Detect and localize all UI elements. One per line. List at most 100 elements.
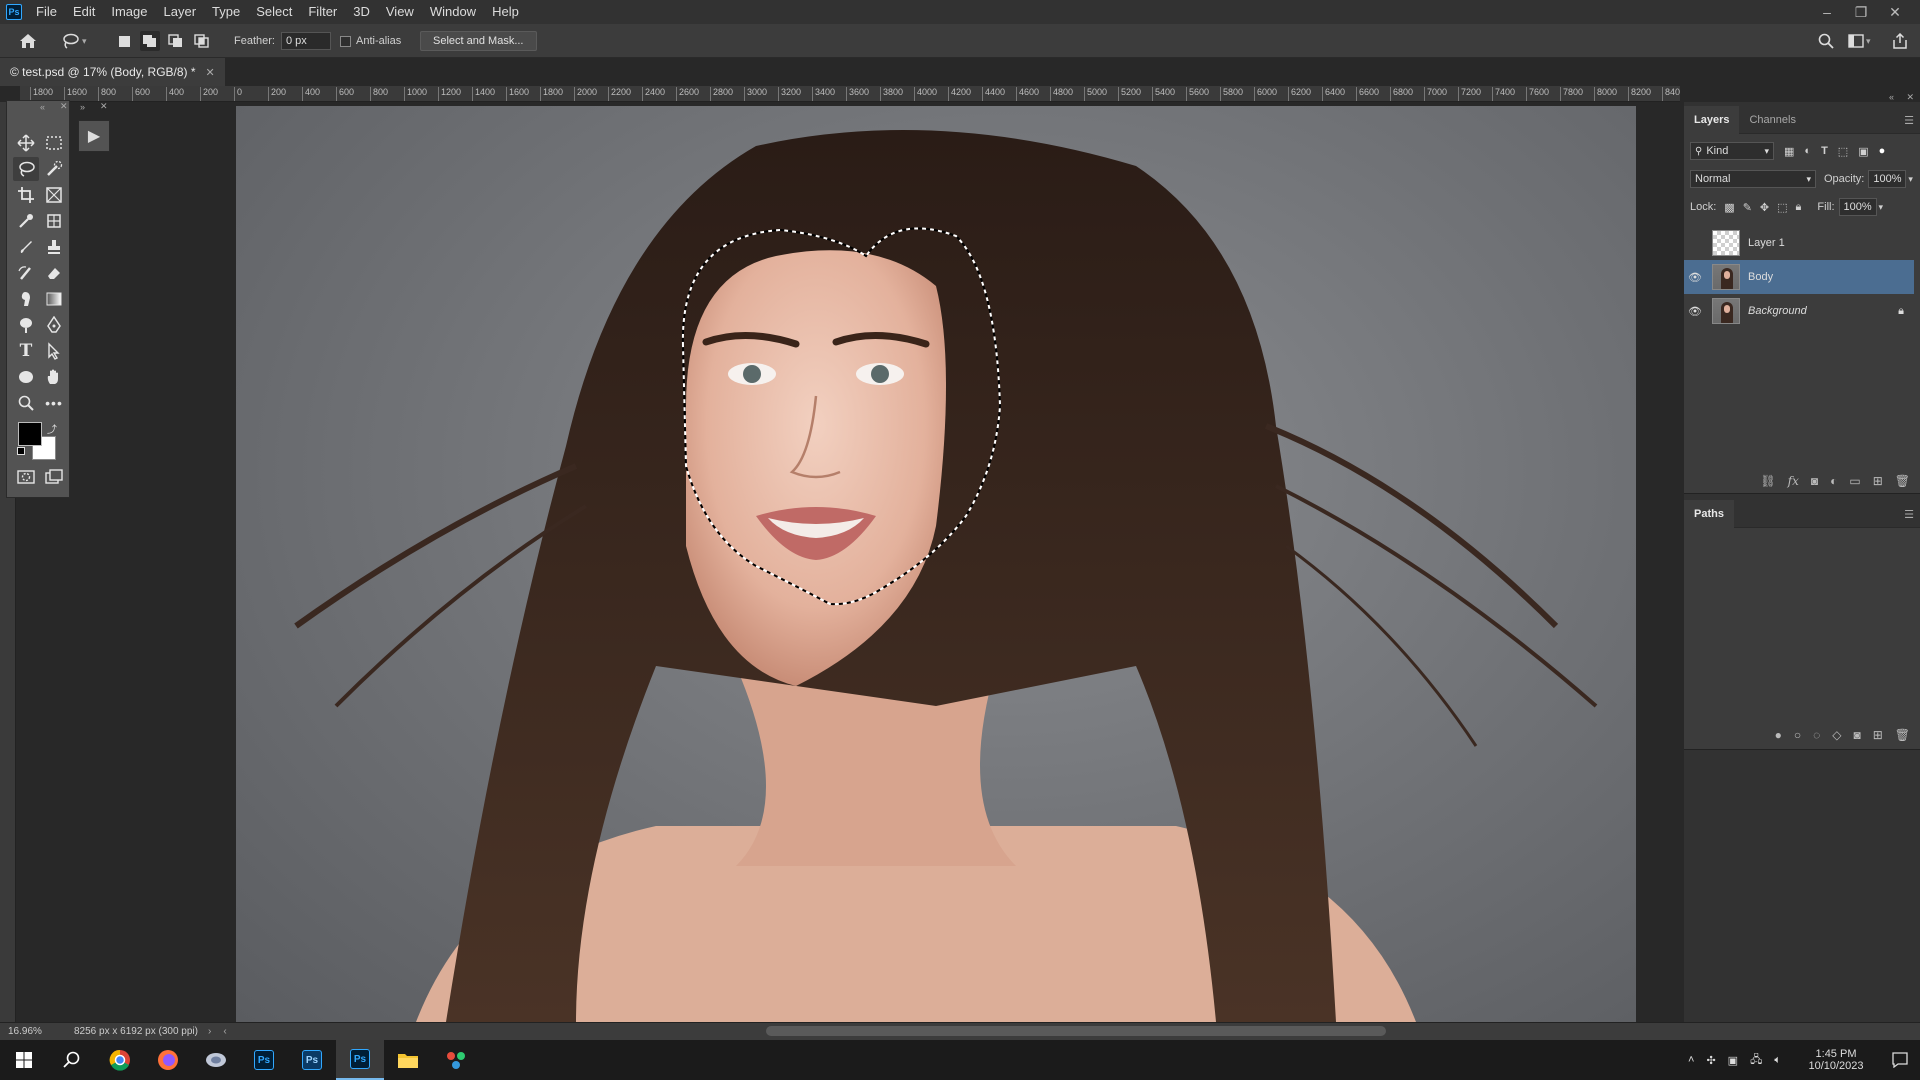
close-icon[interactable]: ✕ bbox=[60, 101, 68, 112]
crop-tool[interactable] bbox=[13, 183, 39, 207]
taskbar-search-button[interactable] bbox=[48, 1040, 96, 1080]
lock-position-icon[interactable]: ✥ bbox=[1760, 201, 1769, 214]
add-mask-icon[interactable]: ◙ bbox=[1811, 474, 1818, 488]
zoom-level[interactable]: 16.96% bbox=[8, 1026, 68, 1037]
menu-3d[interactable]: 3D bbox=[345, 0, 378, 24]
lasso-tool[interactable] bbox=[13, 157, 39, 181]
network-icon[interactable]: 🖧︎ bbox=[1750, 1051, 1762, 1070]
anti-alias-checkbox[interactable] bbox=[340, 35, 351, 47]
stamp-tool[interactable] bbox=[41, 235, 67, 259]
menu-type[interactable]: Type bbox=[204, 0, 248, 24]
photoshop-taskbar-button-active[interactable]: Ps bbox=[336, 1040, 384, 1080]
horizontal-scrollbar[interactable] bbox=[766, 1026, 1386, 1036]
home-button[interactable] bbox=[18, 24, 38, 58]
shape-filter-icon[interactable]: ⬚ bbox=[1838, 145, 1848, 158]
select-and-mask-button[interactable]: Select and Mask... bbox=[420, 31, 537, 51]
menu-file[interactable]: File bbox=[28, 0, 65, 24]
feather-input[interactable] bbox=[280, 32, 331, 50]
layer-row-layer-1[interactable]: Layer 1 bbox=[1684, 226, 1914, 260]
move-tool[interactable] bbox=[13, 131, 39, 155]
lock-transparent-icon[interactable]: ▩ bbox=[1724, 201, 1734, 214]
chrome-taskbar-button[interactable] bbox=[96, 1040, 144, 1080]
tab-channels[interactable]: Channels bbox=[1739, 106, 1805, 134]
chevron-up-icon[interactable]: ˄ bbox=[1688, 1054, 1694, 1066]
firefox-taskbar-button[interactable] bbox=[144, 1040, 192, 1080]
layer-row-body[interactable]: 👁︎ Body bbox=[1684, 260, 1914, 294]
layer-row-background[interactable]: 👁︎ Background 🔒︎ bbox=[1684, 294, 1914, 328]
scroll-left-icon[interactable]: ‹ bbox=[223, 1026, 226, 1037]
app-taskbar-button-2[interactable] bbox=[432, 1040, 480, 1080]
opacity-input[interactable]: 100% bbox=[1868, 170, 1907, 188]
app-taskbar-button[interactable] bbox=[192, 1040, 240, 1080]
brush-tool[interactable] bbox=[13, 235, 39, 259]
volume-icon[interactable]: 🔈︎ bbox=[1774, 1054, 1781, 1067]
close-icon[interactable]: ✕ bbox=[206, 66, 215, 79]
chevron-down-icon[interactable]: ▾ bbox=[1879, 202, 1884, 213]
new-group-icon[interactable]: ▭ bbox=[1849, 474, 1860, 488]
zoom-tool[interactable] bbox=[13, 391, 39, 415]
document-tab[interactable]: © test.psd @ 17% (Body, RGB/8) * ✕ bbox=[0, 58, 225, 86]
intersect-selection-button[interactable] bbox=[192, 24, 212, 58]
eyedropper-tool[interactable] bbox=[13, 209, 39, 233]
type-filter-icon[interactable]: T bbox=[1821, 145, 1828, 157]
tab-layers[interactable]: Layers bbox=[1684, 105, 1740, 134]
document-canvas[interactable] bbox=[236, 106, 1636, 1022]
lock-all-icon[interactable]: 🔒︎ bbox=[1796, 201, 1802, 214]
marquee-tool[interactable] bbox=[41, 131, 67, 155]
lock-image-icon[interactable]: ✎ bbox=[1743, 201, 1752, 214]
edit-toolbar-button[interactable]: ••• bbox=[41, 391, 67, 415]
new-layer-icon[interactable]: ⊞ bbox=[1873, 474, 1883, 488]
panel-menu-icon[interactable]: ☰ bbox=[1904, 114, 1914, 127]
expand-panel-icon[interactable]: » bbox=[80, 102, 85, 112]
add-to-selection-button[interactable] bbox=[140, 24, 160, 58]
eye-icon[interactable]: 👁︎ bbox=[1684, 271, 1706, 284]
eye-icon[interactable]: 👁︎ bbox=[1684, 305, 1706, 318]
workspace-button[interactable]: ▾ bbox=[1846, 24, 1871, 58]
hand-tool[interactable] bbox=[41, 365, 67, 389]
restore-icon[interactable]: ❐ bbox=[1844, 0, 1878, 24]
layer-style-icon[interactable]: fx bbox=[1788, 474, 1799, 488]
type-tool[interactable]: T bbox=[13, 339, 39, 363]
chevron-right-icon[interactable]: › bbox=[208, 1026, 211, 1037]
photoshop-taskbar-button-2[interactable]: Ps bbox=[288, 1040, 336, 1080]
search-button[interactable] bbox=[1816, 24, 1836, 58]
minimize-icon[interactable]: – bbox=[1810, 0, 1844, 24]
menu-window[interactable]: Window bbox=[422, 0, 484, 24]
path-selection-tool[interactable] bbox=[41, 339, 67, 363]
history-brush-tool[interactable] bbox=[13, 261, 39, 285]
make-path-icon[interactable]: ◇ bbox=[1832, 728, 1841, 742]
default-colors-icon[interactable] bbox=[17, 447, 25, 455]
lasso-preset-picker[interactable]: ▾ bbox=[60, 24, 87, 58]
collapse-panel-icon[interactable]: « bbox=[40, 102, 45, 112]
lock-artboard-icon[interactable]: ⬚ bbox=[1777, 201, 1787, 214]
frame-tool[interactable] bbox=[41, 183, 67, 207]
panel-menu-icon[interactable]: ☰ bbox=[1904, 508, 1914, 521]
tray-app-icon[interactable]: ✣ bbox=[1706, 1054, 1715, 1067]
smudge-tool[interactable] bbox=[13, 287, 39, 311]
load-selection-icon[interactable]: ◌ bbox=[1813, 728, 1820, 742]
new-selection-button[interactable] bbox=[114, 24, 134, 58]
filter-toggle-icon[interactable]: ● bbox=[1879, 145, 1886, 157]
clock[interactable]: 1:45 PM 10/10/2023 bbox=[1800, 1040, 1872, 1080]
tab-paths[interactable]: Paths bbox=[1684, 499, 1734, 528]
foreground-color-swatch[interactable] bbox=[18, 422, 42, 446]
chevron-down-icon[interactable]: ▾ bbox=[1908, 174, 1913, 185]
ellipse-tool[interactable] bbox=[13, 365, 39, 389]
collapse-panel-icon[interactable]: « bbox=[1889, 92, 1894, 102]
menu-select[interactable]: Select bbox=[248, 0, 300, 24]
quick-mask-button[interactable] bbox=[13, 465, 39, 489]
photoshop-taskbar-button[interactable]: Ps bbox=[240, 1040, 288, 1080]
quick-selection-tool[interactable] bbox=[41, 157, 67, 181]
eraser-tool[interactable] bbox=[41, 261, 67, 285]
smart-object-filter-icon[interactable]: ▣ bbox=[1858, 145, 1868, 158]
pen-tool[interactable] bbox=[41, 313, 67, 337]
fill-input[interactable]: 100% bbox=[1838, 198, 1877, 216]
layer-filter-select[interactable]: ⚲ Kind ▾ bbox=[1690, 142, 1774, 160]
gradient-tool[interactable] bbox=[41, 287, 67, 311]
close-window-icon[interactable]: ✕ bbox=[1878, 0, 1912, 24]
menu-filter[interactable]: Filter bbox=[300, 0, 345, 24]
trash-icon[interactable]: 🗑︎ bbox=[1895, 728, 1910, 742]
menu-edit[interactable]: Edit bbox=[65, 0, 103, 24]
file-explorer-taskbar-button[interactable] bbox=[384, 1040, 432, 1080]
frame-select-tool[interactable] bbox=[41, 209, 67, 233]
